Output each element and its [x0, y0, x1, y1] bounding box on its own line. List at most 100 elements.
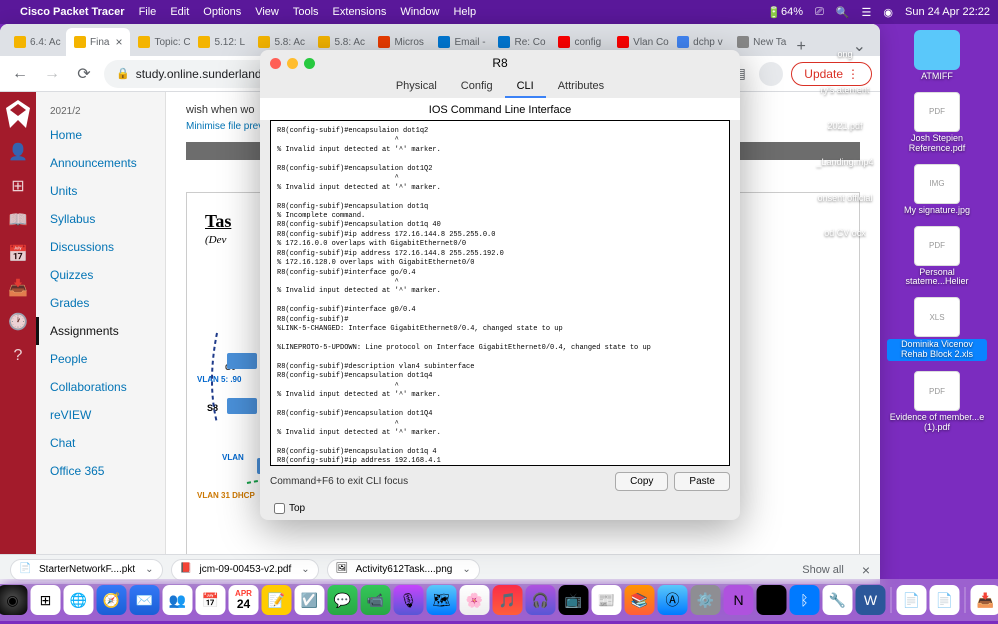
dashboard-icon[interactable]: ⊞ [8, 176, 28, 196]
nav-quizzes[interactable]: Quizzes [36, 261, 165, 289]
minimise-preview-link[interactable]: Minimise file prev [186, 121, 263, 132]
tab-attributes[interactable]: Attributes [546, 76, 616, 98]
control-center-icon[interactable]: ☰ [862, 6, 872, 19]
chevron-down-icon[interactable]: ⌄ [301, 564, 309, 575]
copy-button[interactable]: Copy [615, 472, 668, 491]
forward-button[interactable]: → [40, 62, 64, 86]
courses-icon[interactable]: 📖 [8, 210, 28, 230]
dock-chrome[interactable]: 🌐 [64, 585, 94, 615]
dock-reminders[interactable]: ☑️ [295, 585, 325, 615]
dock-recent1[interactable]: 📄 [897, 585, 927, 615]
dock-calendar[interactable]: 📅 [196, 585, 226, 615]
battery-icon[interactable]: 🔋 64% [767, 6, 803, 19]
file-label-partial[interactable]: 2021.pdf [827, 122, 862, 132]
dock-facetime[interactable]: 📹 [361, 585, 391, 615]
download-item[interactable]: 🖼Activity612Task....png⌄ [327, 559, 480, 581]
dock-downloads[interactable]: 📥 [971, 585, 998, 615]
download-item[interactable]: 📄StarterNetworkF....pkt⌄ [10, 559, 163, 581]
file-label-partial[interactable]: ong [837, 50, 852, 60]
history-icon[interactable]: 🕐 [8, 312, 28, 332]
dock-bluetooth[interactable]: ᛒ [790, 585, 820, 615]
close-icon[interactable]: × [115, 35, 122, 49]
nav-syllabus[interactable]: Syllabus [36, 205, 165, 233]
dock-maps[interactable]: 🗺 [427, 585, 457, 615]
siri-icon[interactable]: ◉ [883, 6, 893, 19]
menu-help[interactable]: Help [453, 6, 476, 18]
account-icon[interactable]: 👤 [8, 142, 28, 162]
browser-tab[interactable]: 5.12: L [190, 28, 250, 56]
menu-options[interactable]: Options [203, 6, 241, 18]
dock-siri[interactable]: ◉ [0, 585, 28, 615]
dock-books[interactable]: 📚 [625, 585, 655, 615]
nav-collaborations[interactable]: Collaborations [36, 373, 165, 401]
dock-calendar-date[interactable]: APR24 [229, 585, 259, 615]
search-icon[interactable]: 🔍 [836, 6, 850, 19]
dock-podcasts2[interactable]: 🎧 [526, 585, 556, 615]
menu-tools[interactable]: Tools [293, 6, 319, 18]
desktop-file[interactable]: Josh Stepien Reference.pdf [882, 92, 992, 154]
browser-tab[interactable]: 6.4: Ac [6, 28, 66, 56]
calendar-icon[interactable]: 📅 [8, 244, 28, 264]
profile-avatar[interactable] [759, 62, 783, 86]
nav-discussions[interactable]: Discussions [36, 233, 165, 261]
clock[interactable]: Sun 24 Apr 22:22 [905, 6, 990, 18]
paste-button[interactable]: Paste [674, 472, 730, 491]
chevron-down-icon[interactable]: ⌄ [145, 564, 153, 575]
tab-physical[interactable]: Physical [384, 76, 449, 98]
nav-assignments[interactable]: Assignments [36, 317, 165, 345]
app-name[interactable]: Cisco Packet Tracer [20, 6, 125, 18]
dock-packettracer[interactable]: 🔧 [823, 585, 853, 615]
dock-safari[interactable]: 🧭 [97, 585, 127, 615]
nav-people[interactable]: People [36, 345, 165, 373]
browser-tab-active[interactable]: Fina× [66, 28, 130, 56]
window-titlebar[interactable]: R8 [260, 50, 740, 76]
reload-button[interactable]: ⟳ [72, 62, 96, 86]
dock-notes[interactable]: 📝 [262, 585, 292, 615]
download-item[interactable]: 📕jcm-09-00453-v2.pdf⌄ [171, 559, 319, 581]
dock-messages[interactable]: 💬 [328, 585, 358, 615]
menu-view[interactable]: View [255, 6, 279, 18]
desktop-folder[interactable]: ATMIFF [882, 30, 992, 82]
dock-word[interactable]: W [856, 585, 886, 615]
dock-mail[interactable]: ✉️ [130, 585, 160, 615]
dock-music[interactable]: 🎵 [493, 585, 523, 615]
dock-settings[interactable]: ⚙️ [691, 585, 721, 615]
chevron-down-icon[interactable]: ⌄ [462, 564, 470, 575]
file-label-partial[interactable]: onsent official [818, 194, 873, 204]
dock-news[interactable]: 📰 [592, 585, 622, 615]
nav-grades[interactable]: Grades [36, 289, 165, 317]
dock-contacts[interactable]: 👥 [163, 585, 193, 615]
nav-home[interactable]: Home [36, 121, 165, 149]
nav-office365[interactable]: Office 365 [36, 457, 165, 485]
top-checkbox[interactable] [274, 503, 285, 514]
dock-appstore[interactable]: Ⓐ [658, 585, 688, 615]
cli-terminal[interactable]: R8(config-subif)#encapsulaion dot1q2 ^ %… [270, 120, 730, 466]
desktop-file[interactable]: Evidence of member...e (1).pdf [882, 371, 992, 433]
nav-review[interactable]: reVIEW [36, 401, 165, 429]
menu-extensions[interactable]: Extensions [333, 6, 387, 18]
nav-chat[interactable]: Chat [36, 429, 165, 457]
file-label-partial[interactable]: od CV ocx [824, 229, 866, 239]
menu-window[interactable]: Window [400, 6, 439, 18]
file-label-partial[interactable]: _Landing.mp4 [816, 158, 873, 168]
desktop-file[interactable]: My signature.jpg [882, 164, 992, 216]
dock-recent2[interactable]: 📄 [930, 585, 960, 615]
menu-file[interactable]: File [139, 6, 157, 18]
screen-mirror-icon[interactable]: ⎚ [815, 6, 824, 19]
dock-podcasts[interactable]: 🎙 [394, 585, 424, 615]
browser-tab[interactable]: Topic: C [130, 28, 190, 56]
dock-tv[interactable]: 📺 [559, 585, 589, 615]
nav-announcements[interactable]: Announcements [36, 149, 165, 177]
nav-units[interactable]: Units [36, 177, 165, 205]
dock-terminal[interactable]: ▢ [757, 585, 787, 615]
back-button[interactable]: ← [8, 62, 32, 86]
desktop-file[interactable]: Dominika Vicenov Rehab Block 2.xls [882, 297, 992, 361]
close-downloads-bar[interactable]: × [862, 562, 870, 578]
dock-photos[interactable]: 🌸 [460, 585, 490, 615]
dock-onenote[interactable]: N [724, 585, 754, 615]
dock-launchpad[interactable]: ⊞ [31, 585, 61, 615]
inbox-icon[interactable]: 📥 [8, 278, 28, 298]
show-all-downloads[interactable]: Show all [802, 564, 844, 576]
file-label-partial[interactable]: ry's atement [821, 86, 870, 96]
sunderland-logo-icon[interactable] [6, 100, 30, 128]
